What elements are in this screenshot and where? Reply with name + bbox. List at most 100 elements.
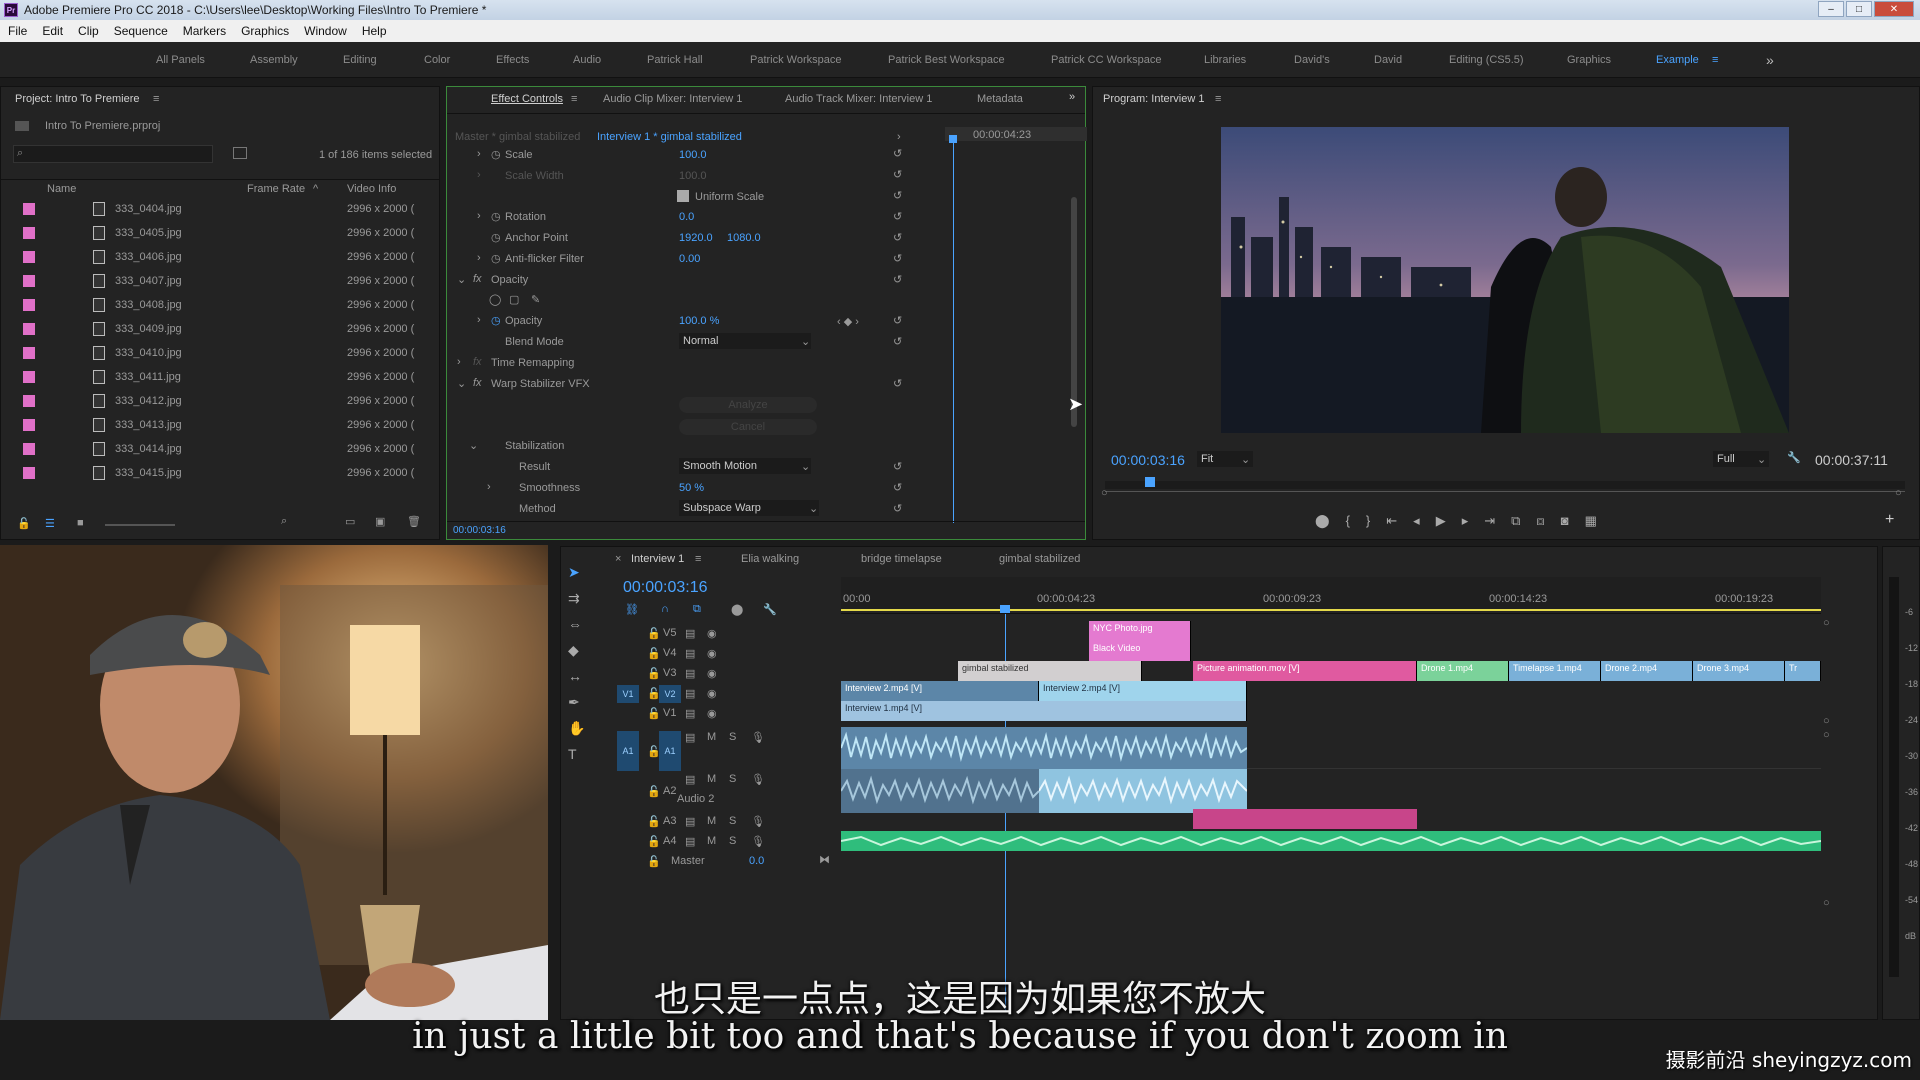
zoom-slider[interactable]: [105, 524, 175, 526]
project-item-name[interactable]: 333_0412.jpg: [115, 395, 182, 407]
label-color-chip[interactable]: [23, 395, 35, 407]
stopwatch-active-icon[interactable]: ◷: [491, 314, 501, 327]
go-to-out-icon[interactable]: ⇥: [1484, 513, 1511, 528]
clip-nyc-photo[interactable]: NYC Photo.jpg: [1089, 621, 1191, 641]
workspace-tab[interactable]: Libraries: [1204, 54, 1246, 66]
sync-lock-icon[interactable]: ▤: [685, 731, 695, 744]
project-tab[interactable]: Project: Intro To Premiere: [15, 93, 140, 105]
track-label-a1[interactable]: A1: [659, 731, 681, 771]
close-tab-icon[interactable]: ×: [615, 553, 621, 565]
track-lock-icon[interactable]: 🔓: [647, 707, 661, 720]
project-search-input[interactable]: [13, 145, 213, 163]
opacity-value[interactable]: 100.0 %: [679, 315, 719, 327]
panel-menu-icon[interactable]: ≡: [571, 93, 577, 105]
workspace-tab[interactable]: Effects: [496, 54, 529, 66]
project-item-name[interactable]: 333_0405.jpg: [115, 227, 182, 239]
slip-tool-icon[interactable]: ↔: [568, 668, 582, 684]
project-item-name[interactable]: 333_0411.jpg: [115, 371, 181, 383]
new-bin-from-search-icon[interactable]: [233, 147, 247, 159]
add-button-icon[interactable]: +: [1885, 511, 1894, 529]
panel-menu-icon[interactable]: ≡: [695, 553, 701, 565]
overflow-chevron-icon[interactable]: »: [1766, 52, 1774, 68]
reset-icon[interactable]: ↺: [893, 377, 902, 390]
column-name[interactable]: Name: [47, 183, 76, 195]
reset-icon[interactable]: ↺: [893, 147, 902, 160]
workspace-tab[interactable]: David's: [1294, 54, 1330, 66]
vertical-zoom-handle-bottom[interactable]: ○: [1823, 897, 1830, 909]
clip-interview-2-a[interactable]: Interview 2.mp4 [V]: [841, 681, 1039, 701]
sync-lock-icon[interactable]: ▤: [685, 667, 695, 680]
reset-icon[interactable]: ↺: [893, 252, 902, 265]
clip-drone-1[interactable]: Drone 1.mp4: [1417, 661, 1509, 681]
menu-edit[interactable]: Edit: [42, 24, 63, 38]
reset-icon[interactable]: ↺: [893, 502, 902, 515]
mute-button[interactable]: M: [707, 835, 716, 847]
workspace-tab[interactable]: Patrick CC Workspace: [1051, 54, 1161, 66]
track-label-v2[interactable]: V2: [659, 685, 681, 703]
sync-lock-icon[interactable]: ▤: [685, 627, 695, 640]
project-item-name[interactable]: 333_0404.jpg: [115, 203, 182, 215]
label-color-chip[interactable]: [23, 371, 35, 383]
new-item-icon[interactable]: ▣: [375, 515, 385, 528]
panel-menu-icon[interactable]: ≡: [153, 93, 159, 105]
vertical-scrollbar[interactable]: [1071, 197, 1077, 427]
workspace-menu-icon[interactable]: ≡: [1712, 54, 1718, 66]
menu-graphics[interactable]: Graphics: [241, 24, 289, 38]
workspace-tab[interactable]: Editing (CS5.5): [1449, 54, 1524, 66]
uniform-scale-checkbox[interactable]: [677, 190, 689, 202]
add-marker-icon[interactable]: ⬤: [731, 603, 743, 616]
menu-file[interactable]: File: [8, 24, 27, 38]
zoom-handle-left[interactable]: ○: [1101, 487, 1108, 499]
microphone-icon[interactable]: 🎙: [751, 815, 765, 828]
track-label-v1[interactable]: V1: [663, 707, 676, 719]
pen-tool-icon[interactable]: ✒: [568, 694, 580, 711]
cancel-button[interactable]: Cancel: [679, 419, 817, 435]
label-color-chip[interactable]: [23, 443, 35, 455]
sync-lock-icon[interactable]: ▤: [685, 773, 695, 786]
collapse-chevron-icon[interactable]: ⌄: [457, 273, 466, 286]
reset-icon[interactable]: ↺: [893, 335, 902, 348]
lift-icon[interactable]: ⧉: [1511, 513, 1536, 528]
expand-chevron-icon[interactable]: ›: [477, 148, 481, 160]
vertical-zoom-handle-mid[interactable]: ○: [1823, 715, 1830, 727]
clip-selector[interactable]: Interview 1 * gimbal stabilized: [597, 131, 742, 143]
microphone-icon[interactable]: 🎙: [751, 835, 765, 848]
column-frame-rate[interactable]: Frame Rate: [247, 183, 305, 195]
expand-chevron-icon[interactable]: ›: [477, 252, 481, 264]
master-volume-value[interactable]: 0.0: [749, 855, 764, 867]
track-lock-icon[interactable]: 🔓: [647, 647, 661, 660]
new-bin-icon[interactable]: ▭: [345, 515, 355, 528]
track-lock-icon[interactable]: 🔓: [647, 835, 661, 848]
expand-chevron-icon[interactable]: ›: [477, 210, 481, 222]
reset-icon[interactable]: ↺: [893, 273, 902, 286]
workspace-tab[interactable]: Editing: [343, 54, 377, 66]
project-item-name[interactable]: 333_0409.jpg: [115, 323, 182, 335]
mute-button[interactable]: M: [707, 815, 716, 827]
tab-audio-clip-mixer[interactable]: Audio Clip Mixer: Interview 1: [603, 93, 742, 105]
anchor-x-value[interactable]: 1920.0: [679, 232, 713, 244]
track-label-a2[interactable]: A2: [663, 785, 676, 797]
project-item-name[interactable]: 333_0406.jpg: [115, 251, 182, 263]
clip-drone-3[interactable]: Drone 3.mp4: [1693, 661, 1785, 681]
tab-sequence-elia-walking[interactable]: Elia walking: [741, 553, 799, 565]
fx-icon[interactable]: fx: [473, 356, 482, 368]
menu-window[interactable]: Window: [304, 24, 347, 38]
track-lock-icon[interactable]: 🔓: [647, 785, 661, 798]
track-lock-icon[interactable]: 🔓: [647, 815, 661, 828]
comparison-view-icon[interactable]: ▦: [1585, 513, 1613, 528]
go-to-in-icon[interactable]: ⇤: [1386, 513, 1413, 528]
zoom-handle-right[interactable]: ○: [1895, 487, 1902, 499]
reset-icon[interactable]: ↺: [893, 189, 902, 202]
tab-effect-controls[interactable]: Effect Controls: [491, 93, 563, 105]
reset-icon[interactable]: ↺: [893, 314, 902, 327]
label-color-chip[interactable]: [23, 227, 35, 239]
solo-button[interactable]: S: [729, 773, 736, 785]
mark-in-icon[interactable]: {: [1346, 513, 1366, 528]
sync-lock-icon[interactable]: ▤: [685, 647, 695, 660]
ellipse-mask-icon[interactable]: ◯: [489, 293, 501, 306]
audio-clip-a2-a[interactable]: [841, 769, 1039, 813]
stopwatch-icon[interactable]: ◷: [491, 148, 501, 161]
step-forward-icon[interactable]: ▸: [1462, 513, 1485, 528]
track-select-tool-icon[interactable]: ⇉: [568, 590, 580, 607]
tab-sequence-interview-1[interactable]: Interview 1: [631, 553, 684, 565]
